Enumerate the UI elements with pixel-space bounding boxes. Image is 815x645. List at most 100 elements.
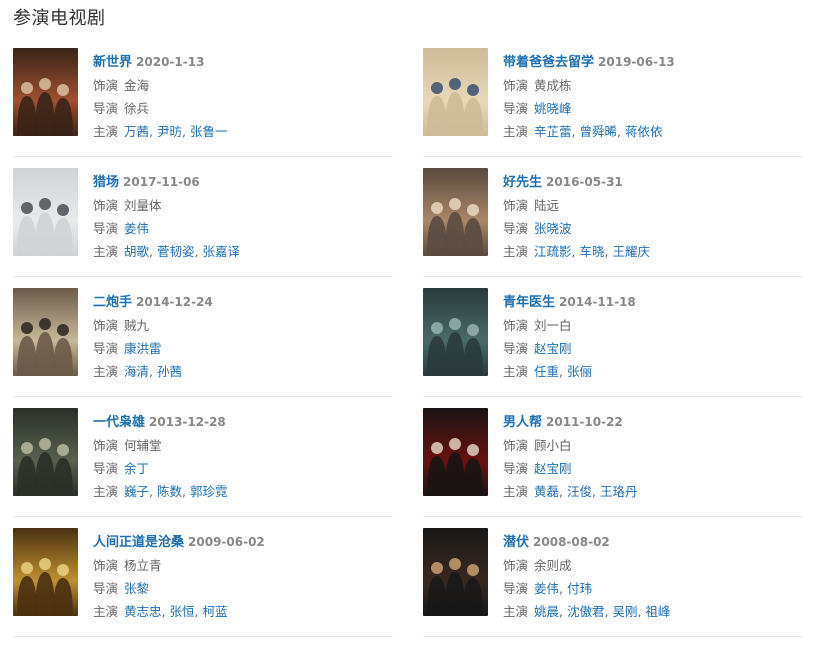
star-link[interactable]: 陈数 xyxy=(157,484,182,499)
star-link[interactable]: 张俪 xyxy=(567,364,592,379)
drama-row: 二炮手 2014-12-24 饰演 贼九 导演 康洪雷 主演 海清, 孙茜 青年医生 2014-1… xyxy=(13,277,803,397)
star-link[interactable]: 汪俊 xyxy=(567,484,592,499)
star-link[interactable]: 曾舜晞 xyxy=(579,124,617,139)
star-link[interactable]: 海清 xyxy=(124,364,149,379)
drama-title-link[interactable]: 男人帮 xyxy=(503,415,542,430)
director-line: 导演 姚晓峰 xyxy=(503,97,803,120)
director-link[interactable]: 张黎 xyxy=(124,581,149,596)
drama-poster[interactable] xyxy=(13,528,78,616)
star-link[interactable]: 尹昉 xyxy=(157,124,182,139)
star-link[interactable]: 姚晨 xyxy=(534,604,559,619)
director-line: 导演 徐兵 xyxy=(93,97,393,120)
star-link[interactable]: 黄志忠 xyxy=(124,604,162,619)
role-label: 饰演 xyxy=(503,558,529,573)
director-link[interactable]: 姜伟 xyxy=(124,221,149,236)
director-line: 导演 姜伟 xyxy=(93,217,393,240)
separator: , xyxy=(559,484,567,499)
director-link[interactable]: 赵宝刚 xyxy=(534,341,572,356)
stars-line: 主演 黄磊, 汪俊, 王珞丹 xyxy=(503,480,803,503)
director-line: 导演 康洪雷 xyxy=(93,337,393,360)
drama-title-line: 带着爸爸去留学 2019-06-13 xyxy=(503,51,803,74)
director-link[interactable]: 姚晓峰 xyxy=(534,101,572,116)
director-link[interactable]: 赵宝刚 xyxy=(534,461,572,476)
drama-poster[interactable] xyxy=(423,408,488,496)
drama-poster[interactable] xyxy=(423,48,488,136)
role-name: 金海 xyxy=(124,78,150,93)
role-name: 刘一白 xyxy=(534,318,572,333)
drama-poster[interactable] xyxy=(13,288,78,376)
drama-date: 2014-12-24 xyxy=(136,295,213,309)
stars-line: 主演 万茜, 尹昉, 张鲁一 xyxy=(93,120,393,143)
stars-line: 主演 任重, 张俪 xyxy=(503,360,803,383)
director-link[interactable]: 付玮 xyxy=(567,581,592,596)
drama-title-line: 青年医生 2014-11-18 xyxy=(503,291,803,314)
director-link[interactable]: 康洪雷 xyxy=(124,341,162,356)
role-label: 饰演 xyxy=(93,438,119,453)
drama-title-link[interactable]: 一代枭雄 xyxy=(93,415,145,430)
drama-poster[interactable] xyxy=(423,528,488,616)
role-label: 饰演 xyxy=(93,78,119,93)
stars-label: 主演 xyxy=(93,604,119,619)
separator: , xyxy=(617,124,625,139)
star-link[interactable]: 江疏影 xyxy=(534,244,572,259)
star-link[interactable]: 万茜 xyxy=(124,124,149,139)
star-link[interactable]: 张恒 xyxy=(169,604,194,619)
drama-poster[interactable] xyxy=(13,168,78,256)
drama-info: 潜伏 2008-08-02 饰演 余则成 导演 姜伟, 付玮 主演 姚晨, 沈傲君, 吴刚, … xyxy=(503,531,803,623)
drama-title-link[interactable]: 猎场 xyxy=(93,175,119,190)
separator: , xyxy=(182,484,190,499)
drama-title-link[interactable]: 青年医生 xyxy=(503,295,555,310)
drama-item: 好先生 2016-05-31 饰演 陆远 导演 张晓波 主演 江疏影, 车晓, 王耀庆 xyxy=(423,168,793,259)
role-name: 何辅堂 xyxy=(124,438,162,453)
star-link[interactable]: 祖峰 xyxy=(645,604,670,619)
star-link[interactable]: 辛芷蕾 xyxy=(534,124,572,139)
drama-poster[interactable] xyxy=(423,168,488,256)
director-link[interactable]: 余丁 xyxy=(124,461,149,476)
star-link[interactable]: 菅韧姿 xyxy=(157,244,195,259)
drama-info: 新世界 2020-1-13 饰演 金海 导演 徐兵 主演 万茜, 尹昉, 张鲁一 xyxy=(93,51,393,143)
drama-item: 人间正道是沧桑 2009-06-02 饰演 杨立青 导演 张黎 主演 黄志忠, 张恒, 柯蓝 xyxy=(13,528,383,619)
drama-poster[interactable] xyxy=(13,48,78,136)
drama-title-link[interactable]: 带着爸爸去留学 xyxy=(503,55,594,70)
drama-date: 2009-06-02 xyxy=(188,535,265,549)
role-line: 饰演 黄成栋 xyxy=(503,74,803,97)
separator: , xyxy=(592,484,600,499)
director-link[interactable]: 张晓波 xyxy=(534,221,572,236)
drama-title-link[interactable]: 好先生 xyxy=(503,175,542,190)
star-link[interactable]: 孙茜 xyxy=(157,364,182,379)
star-link[interactable]: 张嘉译 xyxy=(202,244,240,259)
drama-title-link[interactable]: 新世界 xyxy=(93,55,132,70)
separator: , xyxy=(559,581,567,596)
director-label: 导演 xyxy=(93,461,119,476)
drama-title-link[interactable]: 二炮手 xyxy=(93,295,132,310)
stars-line: 主演 姚晨, 沈傲君, 吴刚, 祖峰 xyxy=(503,600,803,623)
drama-poster[interactable] xyxy=(13,408,78,496)
director-label: 导演 xyxy=(93,341,119,356)
star-link[interactable]: 柯蓝 xyxy=(202,604,227,619)
star-link[interactable]: 沈傲君 xyxy=(567,604,605,619)
director-label: 导演 xyxy=(503,461,529,476)
star-link[interactable]: 王耀庆 xyxy=(612,244,650,259)
star-link[interactable]: 胡歌 xyxy=(124,244,149,259)
drama-poster[interactable] xyxy=(423,288,488,376)
star-link[interactable]: 巍子 xyxy=(124,484,149,499)
drama-item: 新世界 2020-1-13 饰演 金海 导演 徐兵 主演 万茜, 尹昉, 张鲁一 xyxy=(13,48,383,139)
star-link[interactable]: 蒋依依 xyxy=(625,124,663,139)
star-link[interactable]: 王珞丹 xyxy=(600,484,638,499)
director-link[interactable]: 姜伟 xyxy=(534,581,559,596)
star-link[interactable]: 张鲁一 xyxy=(190,124,228,139)
drama-title-link[interactable]: 潜伏 xyxy=(503,535,529,550)
role-line: 饰演 何辅堂 xyxy=(93,434,393,457)
director-label: 导演 xyxy=(93,581,119,596)
star-link[interactable]: 吴刚 xyxy=(612,604,637,619)
role-label: 饰演 xyxy=(93,318,119,333)
drama-date: 2013-12-28 xyxy=(149,415,226,429)
drama-title-link[interactable]: 人间正道是沧桑 xyxy=(93,535,184,550)
star-link[interactable]: 任重 xyxy=(534,364,559,379)
star-link[interactable]: 郭珍霓 xyxy=(190,484,228,499)
star-link[interactable]: 黄磊 xyxy=(534,484,559,499)
star-link[interactable]: 车晓 xyxy=(579,244,604,259)
role-label: 饰演 xyxy=(503,318,529,333)
role-line: 饰演 金海 xyxy=(93,74,393,97)
separator: , xyxy=(149,124,157,139)
